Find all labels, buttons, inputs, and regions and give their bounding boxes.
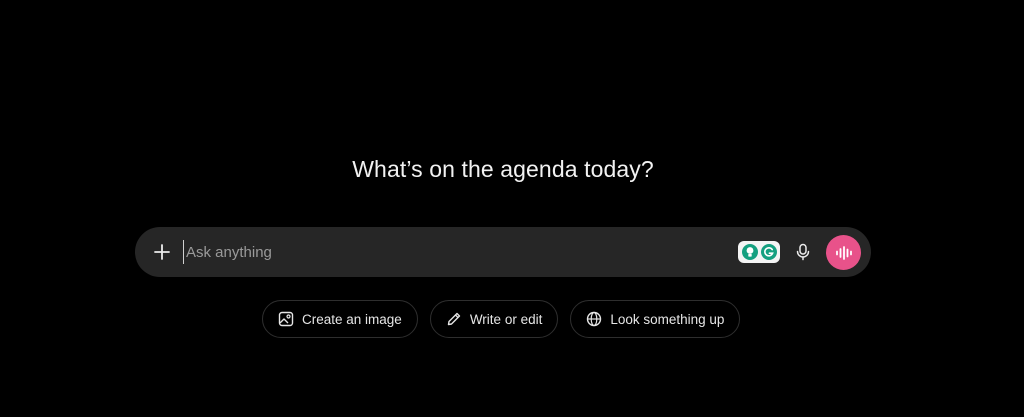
- plus-icon: [154, 244, 170, 260]
- globe-icon: [587, 311, 602, 327]
- lightbulb-icon: [741, 244, 758, 260]
- chip-label: Create an image: [302, 311, 402, 327]
- dictate-button[interactable]: [789, 238, 817, 266]
- chip-label: Write or edit: [469, 311, 543, 327]
- chip-create-image[interactable]: Create an image: [262, 300, 418, 338]
- chip-look-something-up[interactable]: Look something up: [570, 300, 741, 338]
- chip-label: Look something up: [610, 311, 725, 327]
- prompt-input[interactable]: [183, 240, 726, 264]
- page-headline: What’s on the agenda today?: [352, 156, 654, 182]
- grammarly-icon: [760, 244, 777, 260]
- voice-waveform-icon: [835, 245, 852, 260]
- suggestion-chips: Create an image Write or edit Look somet…: [262, 300, 741, 338]
- microphone-icon: [796, 243, 810, 261]
- add-attachment-button[interactable]: [147, 237, 177, 267]
- chat-composer: [135, 227, 871, 277]
- chip-write-or-edit[interactable]: Write or edit: [429, 300, 559, 338]
- pencil-icon: [447, 312, 461, 326]
- image-icon: [278, 311, 294, 327]
- extension-badge[interactable]: [738, 241, 780, 263]
- page: What’s on the agenda today? Ask anything…: [0, 0, 1024, 417]
- voice-mode-button[interactable]: [826, 235, 861, 270]
